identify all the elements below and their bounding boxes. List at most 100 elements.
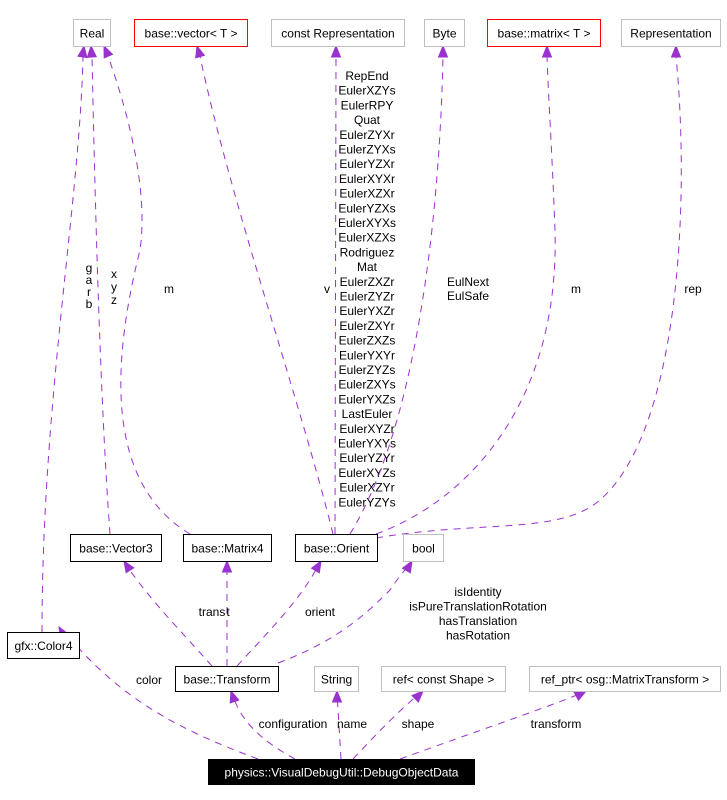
edge-label: m [571,282,581,296]
edge-line [277,563,411,664]
edge-label: trans [199,605,226,619]
edge-main-to-transform: configuration [229,689,328,760]
node-refshape[interactable]: ref< const Shape > [381,666,506,692]
arrowhead-icon [411,690,424,703]
edge-label: EulSafe [447,289,489,303]
edge-transform-to-orient: orient [236,559,336,667]
arrowhead-icon [77,44,88,59]
edge-label: EulerXZXr [339,187,394,201]
arrowhead-icon [229,689,240,704]
edge-line [334,55,337,535]
node-label: base::Transform [184,673,271,687]
edge-label: EulerYXYr [339,348,395,362]
edge-label: Mat [357,260,378,274]
edge-label: b [86,297,93,311]
node-label: physics::VisualDebugUtil::DebugObjectDat… [225,766,459,780]
edge-label: rep [684,282,702,296]
edge-label: EulerYZXs [338,201,395,215]
edge-label: EulerXYXs [338,216,396,230]
edge-label: isPureTranslationRotation [409,600,547,614]
edge-label: shape [402,717,435,731]
node-label: String [321,673,352,687]
node-label: ref< const Shape > [393,673,494,687]
arrowhead-icon [86,44,98,58]
edge-label: EulerYZYs [338,495,395,509]
edge-label: EulerZXZs [339,334,396,348]
node-label: Byte [432,27,456,41]
edge-line [62,629,259,760]
node-constrep[interactable]: const Representation [271,19,405,47]
node-label: ref_ptr< osg::MatrixTransform > [541,673,709,687]
edge-label: configuration [259,717,328,731]
edge-label: EulerYZXr [339,157,394,171]
node-orient[interactable]: base::Orient [295,534,378,562]
edge-label: z [111,293,117,307]
edge-label: LastEuler [342,407,393,421]
edge-label: EulerZYXr [339,128,394,142]
edge-label: EulerRPY [341,98,394,112]
edges-layer: garbxyzm vRepEndEulerXZYsEulerRPYQuatEule… [41,44,702,760]
edge-label: EulerZYXs [338,143,395,157]
edge-vector3-to-real: xyz [86,44,117,535]
edge-transform-to-vector3: trans [123,559,226,667]
node-main[interactable]: physics::VisualDebugUtil::DebugObjectDat… [208,759,475,785]
arrowhead-icon [331,689,343,703]
edge-label: EulerXZXs [338,231,395,245]
node-transform[interactable]: base::Transform [175,666,279,692]
edge-label: Quat [354,113,381,127]
node-vector3[interactable]: base::Vector3 [70,534,162,562]
edge-label: color [136,673,162,687]
node-matrix[interactable]: base::matrix< T > [487,19,601,47]
node-label: gfx::Color4 [14,639,72,653]
node-label: base::Orient [304,542,370,556]
edge-label: m [164,282,174,296]
edge-label: EulerXZYs [338,84,395,98]
edge-label: t [226,605,230,619]
node-label: bool [412,542,435,556]
edge-orient-to-constrep: RepEndEulerXZYsEulerRPYQuatEulerZYXrEule… [330,44,396,535]
node-matrix4[interactable]: base::Matrix4 [183,534,272,562]
arrowhead-icon [310,559,322,574]
arrowhead-icon [573,690,588,702]
edge-label: EulerZXYr [339,319,394,333]
node-label: base::vector< T > [145,27,238,41]
edge-label: v [324,282,330,296]
edge-label: EulerXYZs [338,466,395,480]
node-label: const Representation [281,27,394,41]
node-rep[interactable]: Representation [621,19,721,47]
node-byte[interactable]: Byte [424,19,465,47]
node-label: Representation [630,27,711,41]
edge-label: EulerXYZr [339,422,394,436]
node-string[interactable]: String [314,666,359,692]
edge-line [199,55,334,535]
node-color4[interactable]: gfx::Color4 [7,632,80,659]
edge-orient-to-vector: v [195,44,334,535]
edge-label: EulerXZYr [339,481,394,495]
edge-label: y [111,280,117,294]
node-bool[interactable]: bool [403,534,444,562]
arrowhead-icon [195,44,206,59]
edge-label: EulerXYXr [339,172,395,186]
node-label: base::Vector3 [79,542,153,556]
node-refptr[interactable]: ref_ptr< osg::MatrixTransform > [529,666,721,692]
edge-label: EulerYXZr [339,304,394,318]
edge-label: EulerZXZr [340,275,395,289]
edge-label: EulerYXYs [338,437,396,451]
edge-label: orient [305,605,336,619]
edge-line [107,55,191,535]
node-vector[interactable]: base::vector< T > [134,19,248,47]
node-real[interactable]: Real [73,19,111,47]
edge-main-to-color4: color [58,625,259,760]
edge-label: hasRotation [446,629,510,643]
arrowhead-icon [670,44,682,58]
edge-orient-to-rep: rep [375,44,702,539]
arrowhead-icon [541,44,553,58]
node-label: base::matrix< T > [498,27,591,41]
arrowhead-icon [221,559,233,573]
node-label: Real [80,27,105,41]
collaboration-diagram: garbxyzm vRepEndEulerXZYsEulerRPYQuatEule… [7,19,721,785]
edge-label: EulerZYZs [339,363,396,377]
edge-label: isIdentity [454,585,501,599]
edge-label: EulerZYZr [340,290,395,304]
arrowhead-icon [437,44,449,58]
